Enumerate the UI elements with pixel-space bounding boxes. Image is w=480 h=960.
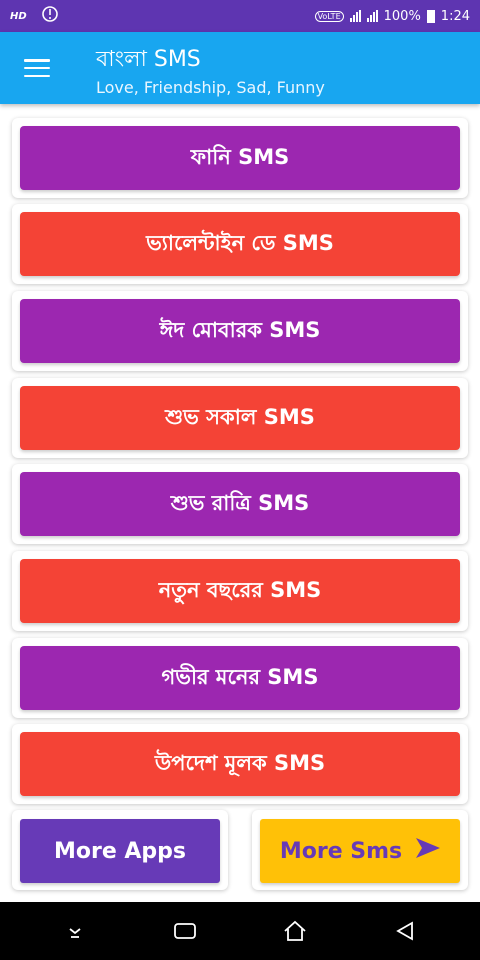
category-button-new-year[interactable]: নতুন বছরের SMS [20,559,460,623]
hd-indicator: HD [10,10,27,22]
category-button-advice[interactable]: উপদেশ মূলক SMS [20,732,460,796]
battery-icon [426,9,435,23]
status-bar: HD VoLTE 100% 1:24 [0,0,480,32]
category-card: উপদেশ মূলক SMS [12,724,468,804]
category-button-good-night[interactable]: শুভ রাত্রি SMS [20,472,460,536]
category-button-valentine[interactable]: ভ্যালেন্টাইন ডে SMS [20,212,460,276]
clock: 1:24 [440,8,470,24]
category-button-good-morning[interactable]: শুভ সকাল SMS [20,386,460,450]
app-bar: বাংলা SMS Love, Friendship, Sad, Funny [0,32,480,104]
signal-icon-sim2 [366,10,378,22]
category-card: ফানি SMS [12,118,468,198]
more-sms-label: More Sms [279,838,403,864]
back-icon[interactable] [385,911,425,951]
battery-percent: 100% [383,8,421,24]
signal-icon-sim1 [349,10,361,22]
category-card: শুভ সকাল SMS [12,378,468,458]
category-card: নতুন বছরের SMS [12,551,468,631]
navigation-bar [0,902,480,960]
more-apps-label: More Apps [53,838,187,864]
category-button-eid[interactable]: ঈদ মোবারক SMS [20,299,460,363]
sync-icon [41,5,59,27]
menu-icon[interactable] [24,59,50,77]
more-sms-card: More Sms [252,810,468,890]
category-button-deep-heart[interactable]: গভীর মনের SMS [20,646,460,710]
category-card: শুভ রাত্রি SMS [12,464,468,544]
more-apps-card: More Apps [12,810,228,890]
more-sms-button[interactable]: More Sms [260,819,460,883]
nav-down-icon[interactable] [55,911,95,951]
category-button-funny[interactable]: ফানি SMS [20,126,460,190]
home-icon[interactable] [275,911,315,951]
app-subtitle: Love, Friendship, Sad, Funny [96,78,325,97]
more-apps-button[interactable]: More Apps [20,819,220,883]
app-title: বাংলা SMS [96,47,201,72]
arrow-right-icon [416,838,441,864]
category-card: ঈদ মোবারক SMS [12,291,468,371]
category-card: ভ্যালেন্টাইন ডে SMS [12,204,468,284]
category-card: গভীর মনের SMS [12,638,468,718]
volte-icon: VoLTE [314,10,344,22]
recent-apps-icon[interactable] [165,911,205,951]
